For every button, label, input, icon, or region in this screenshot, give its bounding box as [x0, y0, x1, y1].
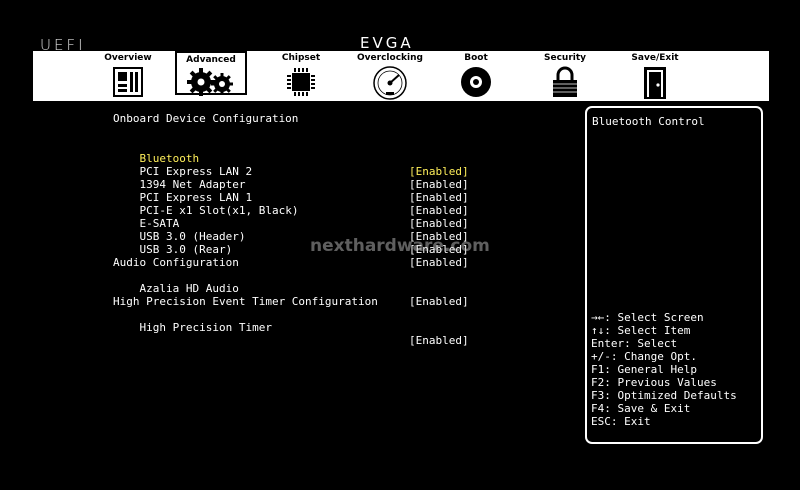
watermark: nexthardware.com: [310, 236, 490, 256]
setting-value[interactable]: [Enabled]: [409, 191, 469, 204]
setting-value[interactable]: [Enabled]: [409, 334, 469, 347]
brand-logo: EVGA: [360, 34, 414, 52]
tab-boot[interactable]: Boot: [441, 51, 511, 101]
key-hint: F4: Save & Exit: [591, 402, 691, 415]
key-hint: F2: Previous Values: [591, 376, 717, 389]
setting-value[interactable]: [Enabled]: [409, 256, 469, 269]
setting-row-pcie-lan2[interactable]: PCI Express LAN 2 [Enabled]: [113, 152, 469, 191]
tab-label: Save/Exit: [631, 53, 679, 63]
tab-advanced[interactable]: Advanced: [175, 51, 247, 96]
setting-label: USB 3.0 (Rear): [139, 243, 233, 256]
key-hint: F1: General Help: [591, 363, 697, 376]
setting-row-usb3-header[interactable]: USB 3.0 (Header) [Enabled]: [113, 217, 469, 256]
tab-overview[interactable]: Overview: [93, 51, 163, 101]
key-hint: ↑↓: Select Item: [591, 324, 691, 337]
door-icon: [644, 67, 666, 99]
tab-label: Boot: [464, 53, 488, 63]
setting-row-bluetooth[interactable]: Bluetooth [Enabled]: [113, 139, 469, 178]
tab-overclocking[interactable]: Overclocking: [349, 51, 431, 101]
disc-icon: [461, 67, 491, 97]
tab-label: Overview: [104, 53, 152, 63]
setting-value[interactable]: [Enabled]: [409, 178, 469, 191]
tab-bar: Overview Advanced Chipset Overclocking B…: [33, 51, 769, 101]
section-audio-heading: Audio Configuration: [113, 256, 239, 269]
key-hint: F3: Optimized Defaults: [591, 389, 737, 402]
tab-save-exit[interactable]: Save/Exit: [619, 51, 691, 101]
key-hint: ESC: Exit: [591, 415, 651, 428]
motherboard-icon: [113, 67, 143, 97]
setting-value[interactable]: [Enabled]: [409, 204, 469, 217]
setting-row-1394-net[interactable]: 1394 Net Adapter [Enabled]: [113, 165, 469, 204]
gauge-icon: [373, 66, 407, 100]
setting-value[interactable]: [Enabled]: [409, 165, 469, 178]
setting-row-pcie-x1-slot[interactable]: PCI-E x1 Slot(x1, Black) [Enabled]: [113, 191, 469, 230]
tab-security[interactable]: Security: [529, 51, 601, 101]
help-title: Bluetooth Control: [592, 115, 705, 128]
setting-label: High Precision Timer: [139, 321, 272, 334]
key-hint: Enter: Select: [591, 337, 678, 350]
chip-icon: [287, 68, 315, 96]
setting-row-usb3-rear[interactable]: USB 3.0 (Rear) [Enabled]: [113, 230, 469, 269]
setting-label: Azalia HD Audio: [139, 282, 239, 295]
tab-chipset[interactable]: Chipset: [261, 51, 341, 101]
tab-label: Overclocking: [357, 53, 423, 63]
help-panel: Bluetooth Control →←: Select Screen ↑↓: …: [585, 106, 763, 444]
section-hpet-heading: High Precision Event Timer Configuration: [113, 295, 378, 308]
setting-value[interactable]: [Enabled]: [409, 295, 469, 308]
setting-row-esata[interactable]: E-SATA [Enabled]: [113, 204, 469, 243]
key-hint: +/-: Change Opt.: [591, 350, 697, 363]
tab-label: Security: [543, 53, 587, 63]
setting-row-azalia-audio[interactable]: Azalia HD Audio [Enabled]: [113, 269, 469, 308]
key-legend: →←: Select Screen ↑↓: Select Item Enter:…: [591, 311, 737, 428]
key-hint: →←: Select Screen: [591, 311, 704, 324]
gears-icon: [187, 68, 233, 96]
tab-label: Chipset: [281, 53, 321, 63]
tab-label: Advanced: [186, 55, 236, 65]
padlock-icon: [553, 66, 577, 97]
setting-row-hpet[interactable]: High Precision Timer [Enabled]: [113, 308, 469, 347]
section-onboard-heading: Onboard Device Configuration: [113, 112, 299, 125]
setting-row-pcie-lan1[interactable]: PCI Express LAN 1 [Enabled]: [113, 178, 469, 217]
setting-value[interactable]: [Enabled]: [409, 217, 469, 230]
